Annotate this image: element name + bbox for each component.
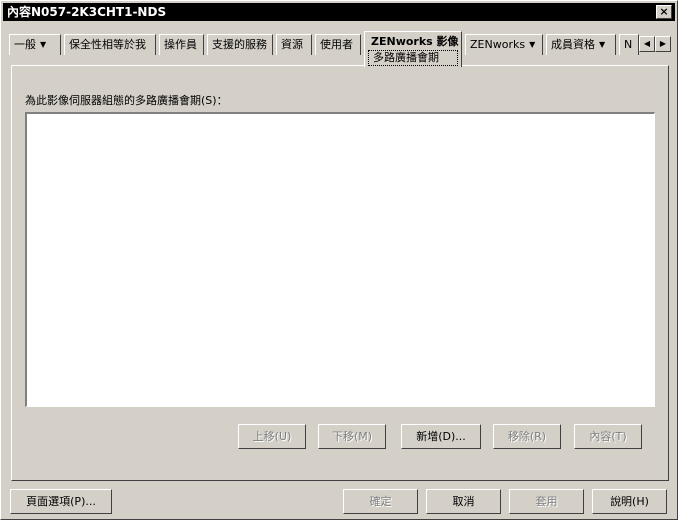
close-button[interactable]: ×	[656, 5, 672, 19]
tab-scroll-buttons: ◀ ▶	[639, 35, 671, 52]
chevron-down-icon: ▼	[40, 40, 47, 49]
tab-security-equal[interactable]: 保全性相等於我	[64, 34, 156, 55]
tab-zenworks-imaging[interactable]: ZENworks 影像 多路廣播會期	[364, 31, 462, 67]
tab-label: 資源	[281, 38, 303, 51]
move-up-button[interactable]: 上移(U)	[238, 424, 306, 449]
tab-general[interactable]: 一般 ▼	[9, 34, 61, 55]
tab-label: ZENworks	[470, 38, 526, 51]
window-title: 內容N057-2K3CHT1-NDS	[7, 5, 167, 19]
multicast-sessions-list[interactable]	[25, 112, 655, 407]
tab-supported-services[interactable]: 支援的服務	[207, 34, 273, 55]
tab-membership[interactable]: 成員資格 ▼	[546, 34, 616, 55]
close-icon: ×	[659, 5, 669, 18]
move-down-button[interactable]: 下移(M)	[318, 424, 386, 449]
cancel-button[interactable]: 取消	[426, 489, 501, 514]
properties-button[interactable]: 內容(T)	[574, 424, 642, 449]
remove-button[interactable]: 移除(R)	[493, 424, 561, 449]
tab-label: 成員資格	[551, 38, 595, 51]
tab-zenworks[interactable]: ZENworks ▼	[465, 34, 543, 55]
tab-label: 保全性相等於我	[69, 38, 146, 51]
add-button[interactable]: 新增(D)...	[401, 424, 481, 449]
scroll-right-button[interactable]: ▶	[655, 36, 671, 52]
tab-label: 操作員	[164, 38, 197, 51]
tab-operators[interactable]: 操作員	[159, 34, 204, 55]
subtab-multicast-sessions[interactable]: 多路廣播會期	[368, 50, 458, 66]
properties-dialog: 內容N057-2K3CHT1-NDS × 一般 ▼ 保全性相等於我 操作員 支援的…	[0, 0, 678, 520]
list-label: 為此影像伺服器組態的多路廣播會期(S)：	[25, 94, 228, 107]
tab-overflow[interactable]: N	[619, 34, 639, 55]
tab-resources[interactable]: 資源	[276, 34, 312, 55]
tab-users[interactable]: 使用者	[315, 34, 361, 55]
page-options-button[interactable]: 頁面選項(P)...	[10, 489, 112, 514]
tab-label: 使用者	[320, 38, 353, 51]
chevron-down-icon: ▼	[529, 40, 536, 49]
tab-label: 一般	[14, 38, 36, 51]
ok-button[interactable]: 確定	[343, 489, 418, 514]
title-bar: 內容N057-2K3CHT1-NDS ×	[3, 3, 675, 21]
scroll-left-button[interactable]: ◀	[639, 36, 655, 52]
tab-label: 支援的服務	[212, 38, 267, 51]
tab-label: ZENworks 影像	[371, 35, 459, 48]
tab-label: N	[624, 38, 633, 51]
help-button[interactable]: 說明(H)	[592, 489, 667, 514]
chevron-down-icon: ▼	[599, 40, 606, 49]
apply-button[interactable]: 套用	[509, 489, 584, 514]
